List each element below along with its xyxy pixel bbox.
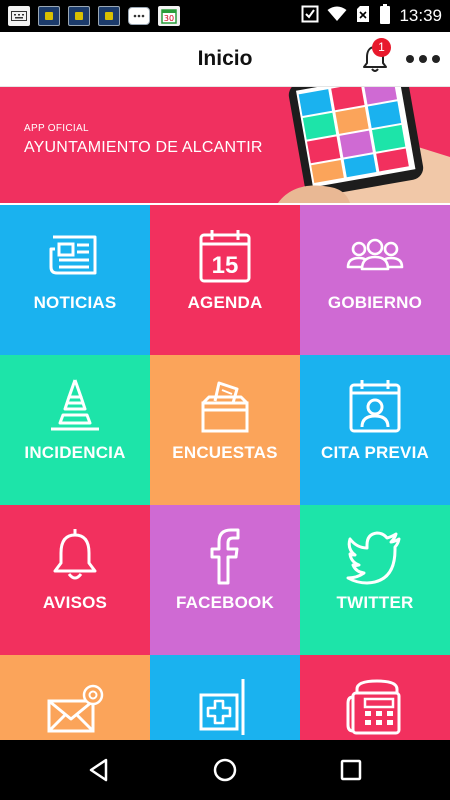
- keyboard-icon: [8, 6, 30, 26]
- tile-encuestas[interactable]: ENCUESTAS: [150, 355, 300, 505]
- tile-label: AGENDA: [187, 293, 263, 312]
- tile-label: INCIDENCIA: [24, 443, 126, 462]
- system-status: 13:39: [301, 0, 442, 32]
- battery-icon: [379, 3, 391, 29]
- app-notification-icon: [38, 6, 60, 26]
- banner: APP OFICIAL AYUNTAMIENTO DE ALCANTIR: [0, 87, 450, 203]
- health-icon: [199, 679, 245, 735]
- wifi-icon: [327, 6, 347, 27]
- svg-text:30: 30: [164, 14, 174, 23]
- banner-subtitle: APP OFICIAL: [24, 123, 89, 134]
- warning-cone-icon: [51, 379, 99, 431]
- more-dot: [419, 55, 427, 63]
- calendar-notification-icon: 30: [158, 6, 180, 26]
- app-notification-icon: [68, 6, 90, 26]
- banner-title: AYUNTAMIENTO DE ALCANTIR: [24, 139, 263, 156]
- tile-agenda[interactable]: 15 AGENDA: [150, 205, 300, 355]
- recents-button[interactable]: [336, 755, 366, 785]
- home-button[interactable]: [210, 755, 240, 785]
- facebook-icon: [210, 528, 240, 585]
- more-options-button[interactable]: [406, 47, 446, 71]
- tile-mail[interactable]: [0, 655, 150, 740]
- no-sim-icon: [355, 5, 371, 28]
- tile-twitter[interactable]: TWITTER: [300, 505, 450, 655]
- app-header: Inicio 1: [0, 32, 450, 87]
- back-icon: [89, 758, 108, 782]
- twitter-icon: [346, 531, 401, 585]
- tile-avisos[interactable]: AVISOS: [0, 505, 150, 655]
- calendar-day: 15: [212, 252, 239, 279]
- group-icon: [346, 238, 404, 271]
- tile-incidencia[interactable]: INCIDENCIA: [0, 355, 150, 505]
- notification-icons: 30: [8, 5, 180, 27]
- notifications-button[interactable]: 1: [358, 38, 394, 78]
- tile-label: ENCUESTAS: [172, 443, 278, 462]
- ballot-box-icon: [201, 381, 249, 433]
- newspaper-icon: [49, 235, 97, 275]
- tile-facebook[interactable]: FACEBOOK: [150, 505, 300, 655]
- tile-label: NOTICIAS: [33, 293, 117, 312]
- app-notification-icon: [98, 6, 120, 26]
- tile-phone[interactable]: [300, 655, 450, 740]
- chat-icon: [128, 7, 150, 25]
- home-icon: [213, 758, 237, 782]
- more-dot: [406, 55, 414, 63]
- recents-icon: [340, 759, 362, 781]
- appointment-icon: [349, 380, 401, 433]
- menu-grid: NOTICIAS 15 AGENDA GOBIERNO INCIDENCIA E…: [0, 205, 450, 740]
- tile-gobierno[interactable]: GOBIERNO: [300, 205, 450, 355]
- back-button[interactable]: [84, 755, 114, 785]
- more-dot: [432, 55, 440, 63]
- status-bar: 30 13:39: [0, 0, 450, 32]
- phone-icon: [346, 679, 401, 735]
- tile-health[interactable]: [150, 655, 300, 740]
- phone-in-hand-image: [278, 87, 450, 203]
- clock: 13:39: [399, 6, 442, 25]
- checkbox-icon: [301, 5, 319, 28]
- calendar-icon: 15: [199, 230, 251, 283]
- tile-noticias[interactable]: NOTICIAS: [0, 205, 150, 355]
- notification-badge: 1: [372, 38, 391, 57]
- tile-label: TWITTER: [336, 593, 414, 612]
- tile-label: FACEBOOK: [176, 593, 274, 612]
- tile-label: GOBIERNO: [327, 293, 423, 312]
- tile-label: AVISOS: [42, 593, 108, 612]
- navigation-bar: [0, 740, 450, 800]
- mail-icon: [47, 684, 104, 733]
- tile-cita-previa[interactable]: CITA PREVIA: [300, 355, 450, 505]
- tile-label: CITA PREVIA: [321, 443, 429, 462]
- bell-icon: [53, 529, 97, 580]
